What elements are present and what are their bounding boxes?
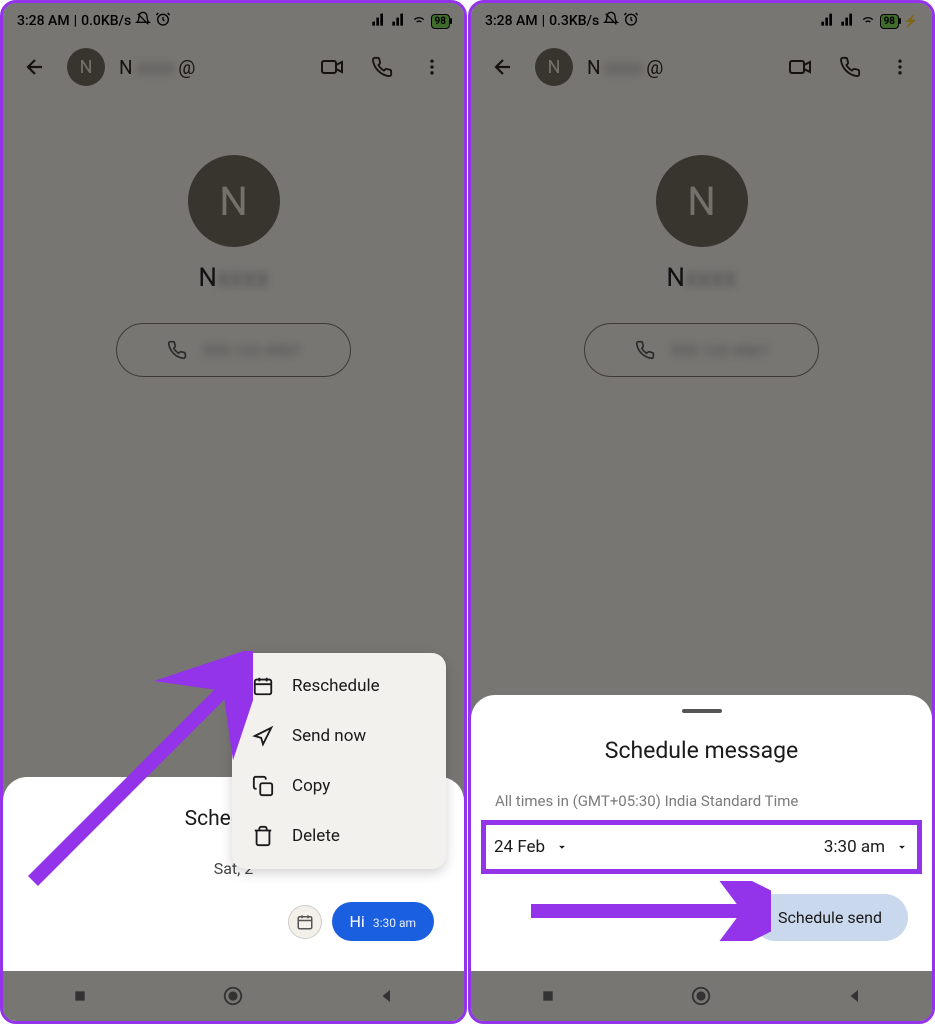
bubble-text: Hi [350,912,365,931]
datetime-picker-row: 24 Feb 3:30 am [481,820,922,874]
bubble-time: 3:30 am [373,916,416,930]
menu-send-now[interactable]: Send now [232,711,446,761]
nav-recent[interactable] [537,985,559,1007]
schedule-title: Schedule message [495,737,908,764]
nav-home[interactable] [222,985,244,1007]
timezone-text: All times in (GMT+05:30) India Standard … [495,790,908,813]
menu-reschedule[interactable]: Reschedule [232,661,446,711]
drag-handle[interactable] [682,709,722,713]
time-picker[interactable]: 3:30 am [824,837,909,857]
schedule-icon [288,905,322,939]
menu-delete[interactable]: Delete [232,811,446,861]
navigation-bar [3,971,464,1021]
screenshot-right: 3:28 AM | 0.3KB/s 98 ⚡ N N xxxx @ [468,0,935,1024]
nav-back[interactable] [844,985,866,1007]
nav-recent[interactable] [69,985,91,1007]
navigation-bar [471,971,932,1021]
chevron-down-icon [555,840,569,854]
nav-home[interactable] [690,985,712,1007]
screenshot-left: 3:28 AM | 0.0KB/s 98 N N xxxx @ [0,0,467,1024]
context-menu: Reschedule Send now Copy Delete [232,653,446,869]
schedule-message-sheet: Schedule message All times in (GMT+05:30… [471,695,932,972]
chevron-down-icon [895,840,909,854]
scheduled-message-bubble[interactable]: Hi 3:30 am [332,902,434,941]
nav-back[interactable] [376,985,398,1007]
menu-copy[interactable]: Copy [232,761,446,811]
date-picker[interactable]: 24 Feb [494,837,569,857]
schedule-send-button[interactable]: Schedule send [752,894,908,941]
